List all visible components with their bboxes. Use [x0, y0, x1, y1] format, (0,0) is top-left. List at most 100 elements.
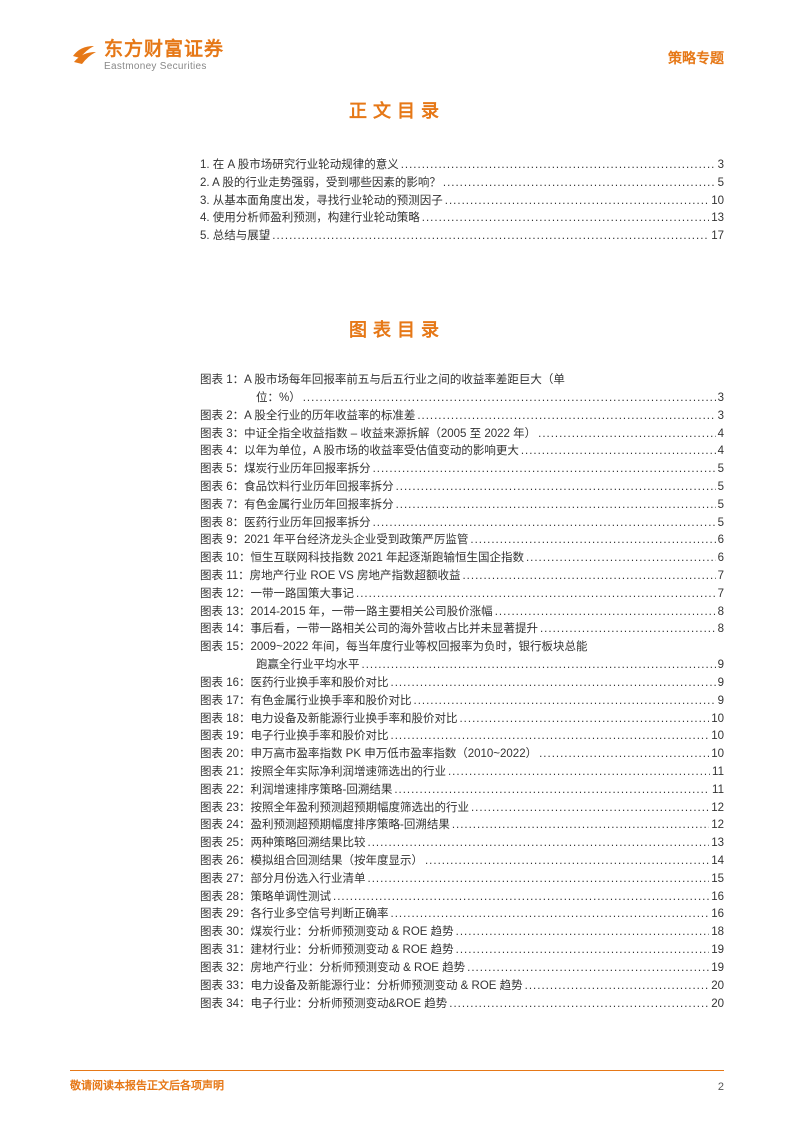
footer-page-number: 2	[718, 1081, 724, 1093]
figure-page: 7	[718, 568, 724, 586]
figure-label: 图表 11：房地产行业 ROE VS 房地产指数超额收益	[200, 568, 460, 586]
toc-label: 4. 使用分析师盈利预测，构建行业轮动策略	[200, 210, 420, 228]
logo: 东方财富证券 Eastmoney Securities	[70, 40, 224, 73]
figure-row: 图表 9：2021 年平台经济龙头企业受到政策严厉监管 6	[200, 532, 724, 550]
figure-page: 9	[718, 657, 724, 675]
figure-dots	[368, 871, 710, 889]
figure-label: 图表 9：2021 年平台经济龙头企业受到政策严厉监管	[200, 532, 468, 550]
figure-dots	[396, 497, 716, 515]
figure-page: 13	[711, 835, 724, 853]
figure-page: 20	[711, 996, 724, 1014]
figure-row: 图表 29：各行业多空信号判断正确率 16	[200, 906, 724, 924]
figure-dots	[391, 675, 716, 693]
chart-toc-title: 图表目录	[70, 316, 724, 342]
toc-row: 4. 使用分析师盈利预测，构建行业轮动策略 13	[200, 210, 724, 228]
figure-dots	[525, 978, 710, 996]
footer: 敬请阅读本报告正文后各项声明 2	[70, 1070, 724, 1093]
figure-row: 图表 3：中证全指全收益指数 – 收益来源拆解（2005 至 2022 年） 4	[200, 426, 724, 444]
figure-page: 19	[711, 960, 724, 978]
figure-label: 图表 34：电子行业：分析师预测变动&ROE 趋势	[200, 996, 447, 1014]
figure-page: 9	[718, 675, 724, 693]
figure-row: 图表 17：有色金属行业换手率和股价对比 9	[200, 693, 724, 711]
toc-dots	[272, 228, 709, 246]
figure-dots	[425, 853, 709, 871]
figure-page: 12	[711, 817, 724, 835]
figure-label: 图表 2：A 股全行业的历年收益率的标准差	[200, 408, 415, 426]
figure-dots	[526, 550, 716, 568]
figure-row: 图表 8：医药行业历年回报率拆分 5	[200, 515, 724, 533]
figure-label: 图表 5：煤炭行业历年回报率拆分	[200, 461, 371, 479]
figure-row: 图表 27：部分月份选入行业清单 15	[200, 871, 724, 889]
logo-en-text: Eastmoney Securities	[104, 61, 224, 72]
figure-row: 图表 16：医药行业换手率和股价对比 9	[200, 675, 724, 693]
figure-row: 图表 18：电力设备及新能源行业换手率和股价对比 10	[200, 711, 724, 729]
figure-row: 图表 12：一带一路国策大事记 7	[200, 586, 724, 604]
figure-page: 5	[718, 515, 724, 533]
toc-page: 5	[718, 175, 724, 193]
figure-row: 图表 11：房地产行业 ROE VS 房地产指数超额收益 7	[200, 568, 724, 586]
figure-label: 图表 12：一带一路国策大事记	[200, 586, 354, 604]
figure-page: 5	[718, 497, 724, 515]
figure-label: 图表 18：电力设备及新能源行业换手率和股价对比	[200, 711, 457, 729]
figure-label: 图表 21：按照全年实际净利润增速筛选出的行业	[200, 764, 446, 782]
figure-label: 图表 29：各行业多空信号判断正确率	[200, 906, 389, 924]
toc-page: 13	[711, 210, 724, 228]
main-toc: 1. 在 A 股市场研究行业轮动规律的意义 32. A 股的行业走势强弱，受到哪…	[200, 157, 724, 246]
figure-dots	[470, 532, 715, 550]
figure-label: 图表 27：部分月份选入行业清单	[200, 871, 366, 889]
figure-row: 图表 24：盈利预测超预期幅度排序策略-回溯结果 12	[200, 817, 724, 835]
figure-row-cont: 位：%） 3	[200, 390, 724, 408]
figure-dots	[356, 586, 716, 604]
figure-row: 图表 1：A 股市场每年回报率前五与后五行业之间的收益率差距巨大（单	[200, 372, 724, 390]
toc-row: 5. 总结与展望 17	[200, 228, 724, 246]
logo-icon	[70, 40, 98, 73]
chart-toc: 图表 1：A 股市场每年回报率前五与后五行业之间的收益率差距巨大（单位：%） 3…	[200, 372, 724, 1013]
toc-dots	[443, 175, 716, 193]
figure-page: 7	[718, 586, 724, 604]
figure-page: 5	[718, 461, 724, 479]
figure-row: 图表 14：事后看，一带一路相关公司的海外营收占比并未显著提升 8	[200, 621, 724, 639]
toc-row: 1. 在 A 股市场研究行业轮动规律的意义 3	[200, 157, 724, 175]
figure-label: 图表 23：按照全年盈利预测超预期幅度筛选出的行业	[200, 800, 469, 818]
figure-dots	[396, 479, 716, 497]
figure-page: 20	[711, 978, 724, 996]
figure-row: 图表 25：两种策略回溯结果比较 13	[200, 835, 724, 853]
figure-row: 图表 6：食品饮料行业历年回报率拆分 5	[200, 479, 724, 497]
figure-page: 8	[718, 604, 724, 622]
figure-label: 图表 1：A 股市场每年回报率前五与后五行业之间的收益率差距巨大（单	[200, 372, 565, 390]
figure-dots	[373, 461, 716, 479]
header: 东方财富证券 Eastmoney Securities 策略专题	[70, 40, 724, 73]
figure-label-cont: 位：%）	[200, 390, 301, 408]
figure-label: 图表 30：煤炭行业：分析师预测变动 & ROE 趋势	[200, 924, 454, 942]
toc-dots	[422, 210, 709, 228]
figure-label: 图表 16：医药行业换手率和股价对比	[200, 675, 389, 693]
figure-row: 图表 10：恒生互联网科技指数 2021 年起逐渐跑输恒生国企指数 6	[200, 550, 724, 568]
figure-label: 图表 7：有色金属行业历年回报率拆分	[200, 497, 394, 515]
figure-label: 图表 19：电子行业换手率和股价对比	[200, 728, 389, 746]
toc-label: 3. 从基本面角度出发，寻找行业轮动的预测因子	[200, 193, 443, 211]
figure-label: 图表 4：以年为单位，A 股市场的收益率受估值变动的影响更大	[200, 443, 519, 461]
figure-dots	[368, 835, 710, 853]
figure-page: 6	[718, 550, 724, 568]
figure-dots	[539, 746, 709, 764]
figure-row: 图表 23：按照全年盈利预测超预期幅度筛选出的行业 12	[200, 800, 724, 818]
figure-dots	[303, 390, 716, 408]
figure-page: 18	[711, 924, 724, 942]
figure-dots	[467, 960, 709, 978]
figure-page: 3	[718, 408, 724, 426]
figure-label: 图表 20：申万高市盈率指数 PK 申万低市盈率指数（2010~2022）	[200, 746, 537, 764]
figure-dots	[391, 728, 710, 746]
figure-label: 图表 13：2014-2015 年，一带一路主要相关公司股价涨幅	[200, 604, 493, 622]
figure-row: 图表 30：煤炭行业：分析师预测变动 & ROE 趋势 18	[200, 924, 724, 942]
figure-page: 10	[711, 746, 724, 764]
figure-label: 图表 28：策略单调性测试	[200, 889, 331, 907]
figure-dots	[394, 782, 710, 800]
figure-page: 14	[711, 853, 724, 871]
figure-label: 图表 31：建材行业：分析师预测变动 & ROE 趋势	[200, 942, 454, 960]
figure-row: 图表 20：申万高市盈率指数 PK 申万低市盈率指数（2010~2022） 10	[200, 746, 724, 764]
figure-dots	[459, 711, 709, 729]
figure-row: 图表 7：有色金属行业历年回报率拆分 5	[200, 497, 724, 515]
toc-row: 3. 从基本面角度出发，寻找行业轮动的预测因子 10	[200, 193, 724, 211]
figure-label: 图表 10：恒生互联网科技指数 2021 年起逐渐跑输恒生国企指数	[200, 550, 524, 568]
figure-label: 图表 3：中证全指全收益指数 – 收益来源拆解（2005 至 2022 年）	[200, 426, 536, 444]
